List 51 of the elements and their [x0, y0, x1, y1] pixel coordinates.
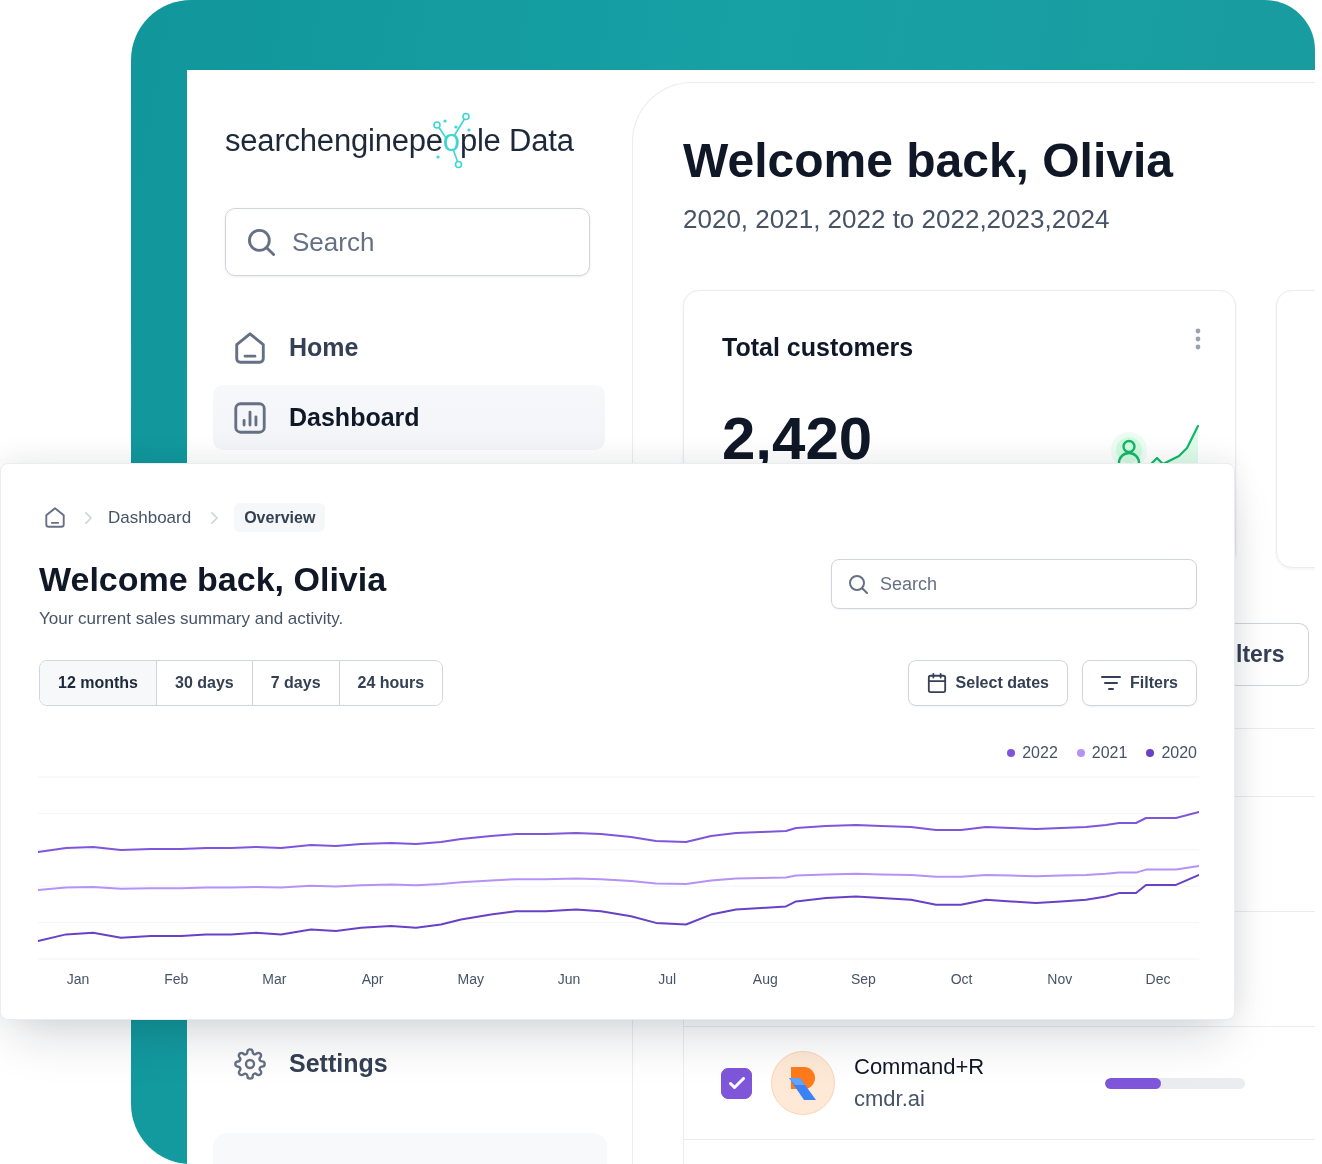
axis-label: Jun	[556, 970, 582, 989]
filters-button[interactable]: lters	[1235, 623, 1309, 686]
axis-label: Nov	[1046, 970, 1074, 989]
home-icon	[45, 507, 65, 528]
axis-label: Feb	[163, 970, 190, 989]
search-field[interactable]: Search	[225, 208, 590, 276]
home-link[interactable]	[45, 507, 65, 528]
legend-label: 2020	[1161, 743, 1197, 763]
check-icon	[728, 1077, 745, 1089]
chevron-right-icon	[85, 511, 92, 524]
axis-label: Dec	[1144, 970, 1172, 989]
chevron-right-icon	[211, 511, 219, 524]
axis-label: May	[456, 970, 485, 989]
row-domain: cmdr.ai	[854, 1085, 926, 1113]
filters-button[interactable]: Filters	[1082, 660, 1197, 706]
app-logo-icon	[771, 1051, 835, 1115]
select-dates-button[interactable]: Select dates	[907, 660, 1068, 706]
checkbox[interactable]	[721, 1067, 752, 1099]
range-tab[interactable]: 24 hours	[338, 661, 443, 705]
bar-chart-icon	[234, 401, 266, 434]
axis-label: Jul	[657, 970, 678, 989]
stat-value: 2,420	[722, 406, 873, 472]
settings-icon	[234, 1047, 266, 1080]
axis-label: Jan	[65, 970, 91, 989]
axis-label: Sep	[850, 970, 877, 989]
axis-label: Oct	[949, 970, 974, 989]
home-icon	[234, 331, 266, 364]
search-icon	[248, 228, 275, 256]
range-tab[interactable]: 12 months	[40, 661, 156, 705]
search-icon	[849, 574, 868, 594]
axis-label: Aug	[751, 970, 779, 989]
axis-label: Apr	[360, 970, 385, 989]
legend-label: 2021	[1091, 743, 1128, 763]
page-subtitle: Your current sales summary and activity.	[39, 608, 345, 630]
nav-item[interactable]: Home	[213, 315, 605, 380]
breadcrumb-link[interactable]: Overview	[234, 503, 326, 532]
legend-label: 2022	[1022, 743, 1058, 763]
more-icon[interactable]	[1195, 328, 1201, 350]
row-name: Command+R	[854, 1053, 986, 1081]
logo: searchenginepeople Data	[225, 112, 574, 170]
axis-label: Mar	[261, 970, 288, 989]
nav-item[interactable]: Dashboard	[213, 385, 605, 450]
page-title: Welcome back, Olivia	[39, 559, 387, 599]
page-title: Welcome back, Olivia	[683, 133, 1175, 189]
card-title: Total customers	[722, 332, 914, 362]
filter-lines-icon	[1101, 673, 1121, 693]
breadcrumb-link[interactable]: Dashboard	[108, 503, 192, 532]
page-subtitle: 2020, 2021, 2022 to 2022,2023,2024	[683, 203, 1111, 235]
nav-item[interactable]: Settings	[213, 1031, 605, 1096]
calendar-icon	[926, 673, 947, 693]
search-field[interactable]: Search	[831, 559, 1197, 609]
